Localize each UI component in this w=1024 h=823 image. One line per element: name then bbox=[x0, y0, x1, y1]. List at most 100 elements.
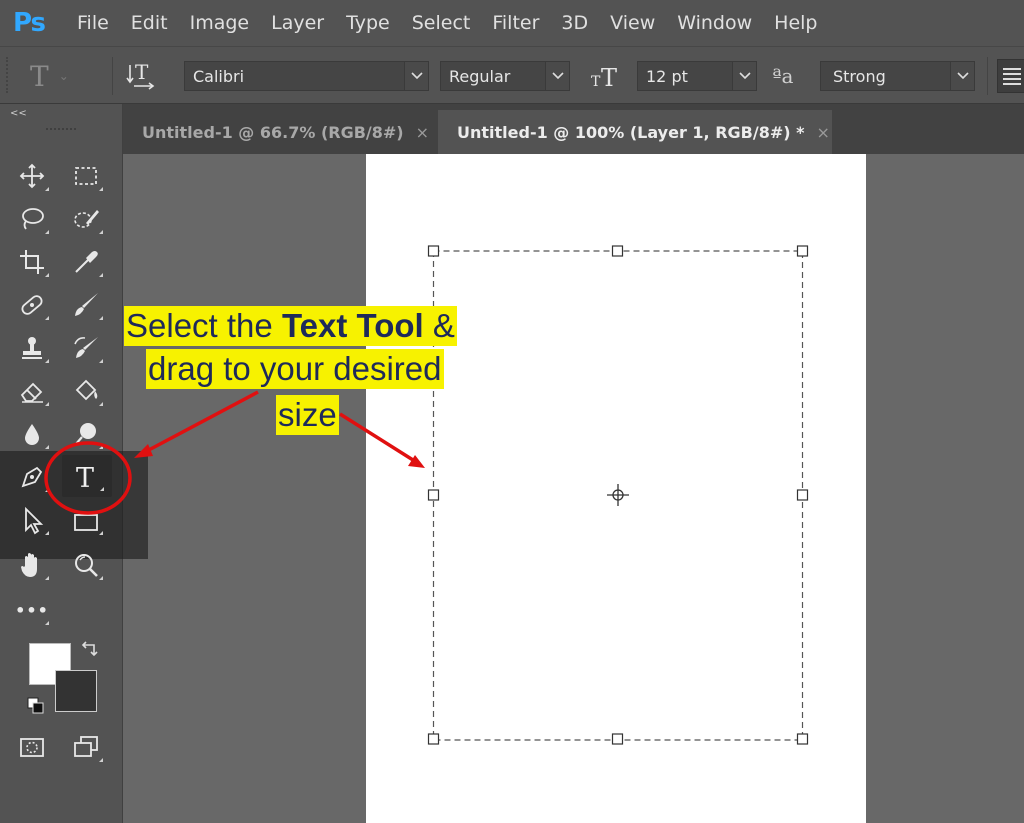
crop-icon bbox=[20, 250, 44, 274]
default-colors-icon[interactable] bbox=[27, 697, 45, 715]
more-tools-icon: ••• bbox=[15, 600, 49, 620]
dodge-icon bbox=[75, 423, 96, 445]
move-tool[interactable] bbox=[12, 156, 52, 196]
tool-preset-picker[interactable]: T ⌄ bbox=[30, 59, 100, 93]
path-select-icon bbox=[25, 506, 44, 535]
menu-edit[interactable]: Edit bbox=[131, 12, 168, 34]
font-style-select[interactable]: Regular bbox=[440, 61, 570, 91]
marquee-tool[interactable] bbox=[66, 156, 106, 196]
svg-text:T: T bbox=[601, 64, 617, 92]
menu-layer[interactable]: Layer bbox=[271, 12, 324, 34]
document-canvas[interactable] bbox=[366, 154, 866, 823]
quick-select-tool[interactable] bbox=[66, 199, 106, 239]
clone-stamp-tool[interactable] bbox=[12, 328, 52, 368]
font-size-value: 12 pt bbox=[646, 66, 688, 86]
font-family-value: Calibri bbox=[193, 66, 245, 86]
zoom-tool[interactable] bbox=[66, 545, 106, 585]
menu-view[interactable]: View bbox=[610, 12, 655, 34]
hand-tool[interactable] bbox=[12, 545, 52, 585]
crop-tool[interactable] bbox=[12, 242, 52, 282]
options-bar-grip[interactable] bbox=[6, 57, 12, 93]
divider bbox=[987, 57, 988, 95]
tab-label: Untitled-1 @ 100% (Layer 1, RGB/8#) * bbox=[457, 122, 805, 142]
callout-line-3: size bbox=[276, 395, 339, 435]
marquee-icon bbox=[75, 167, 97, 185]
quick-mask-icon bbox=[20, 738, 44, 757]
paint-bucket-icon bbox=[75, 379, 98, 401]
anti-alias-icon: ªa bbox=[772, 64, 794, 88]
swap-colors-icon[interactable] bbox=[80, 640, 100, 658]
quick-select-icon bbox=[74, 210, 99, 228]
pen-tool[interactable] bbox=[12, 457, 52, 497]
menu-image[interactable]: Image bbox=[190, 12, 250, 34]
anti-alias-value: Strong bbox=[833, 66, 886, 86]
menu-type[interactable]: Type bbox=[346, 12, 390, 34]
eraser-tool[interactable] bbox=[12, 371, 52, 411]
svg-text:T: T bbox=[591, 74, 601, 90]
callout-line-2: drag to your desired bbox=[146, 349, 444, 389]
eyedropper-icon bbox=[75, 251, 98, 273]
path-selection-tool[interactable] bbox=[12, 500, 52, 540]
document-tab-1[interactable]: Untitled-1 @ 66.7% (RGB/8#) × bbox=[123, 110, 438, 154]
brush-tool[interactable] bbox=[66, 285, 106, 325]
brush-icon bbox=[75, 293, 98, 316]
menu-window[interactable]: Window bbox=[677, 12, 752, 34]
blur-icon bbox=[25, 424, 39, 445]
align-left-button[interactable] bbox=[997, 59, 1024, 93]
collapse-panel-button[interactable]: << bbox=[10, 108, 27, 119]
font-size-select[interactable]: 12 pt bbox=[637, 61, 757, 91]
screen-mode-icon bbox=[74, 736, 98, 757]
anti-alias-select[interactable]: Strong bbox=[820, 61, 975, 91]
menu-file[interactable]: File bbox=[77, 12, 109, 34]
font-family-select[interactable]: Calibri bbox=[184, 61, 429, 91]
move-icon bbox=[19, 163, 45, 189]
text-tool-preset-icon: T bbox=[30, 59, 49, 93]
toggle-text-orientation-icon[interactable]: T bbox=[124, 59, 160, 93]
menu-bar: Ps File Edit Image Layer Type Select Fil… bbox=[0, 0, 1024, 46]
close-icon[interactable]: × bbox=[816, 123, 829, 142]
menu-3d[interactable]: 3D bbox=[561, 12, 588, 34]
chevron-down-icon[interactable] bbox=[404, 62, 428, 90]
screen-mode-button[interactable] bbox=[66, 727, 106, 767]
callout-emphasis: Text Tool bbox=[281, 307, 424, 344]
dodge-tool[interactable] bbox=[66, 414, 106, 454]
chevron-down-icon[interactable] bbox=[545, 62, 569, 90]
chevron-down-icon: ⌄ bbox=[58, 69, 69, 83]
lasso-tool[interactable] bbox=[12, 199, 52, 239]
lasso-icon bbox=[22, 208, 44, 230]
chevron-down-icon[interactable] bbox=[950, 62, 974, 90]
menu-help[interactable]: Help bbox=[774, 12, 817, 34]
healing-icon bbox=[21, 295, 43, 315]
pen-icon bbox=[21, 466, 43, 488]
divider bbox=[112, 57, 113, 95]
rectangle-tool[interactable] bbox=[66, 500, 106, 540]
callout-line-1: Select the Text Tool & bbox=[124, 306, 457, 346]
rectangle-icon bbox=[74, 514, 98, 531]
quick-mask-button[interactable] bbox=[12, 727, 52, 767]
font-style-value: Regular bbox=[449, 66, 511, 86]
menu-filter[interactable]: Filter bbox=[492, 12, 539, 34]
history-brush-icon bbox=[74, 337, 98, 358]
background-color-swatch[interactable] bbox=[55, 670, 97, 712]
hand-icon bbox=[21, 553, 37, 577]
svg-text:T: T bbox=[135, 60, 149, 84]
chevron-down-icon[interactable] bbox=[732, 62, 756, 90]
more-tools-button[interactable]: ••• bbox=[12, 590, 52, 630]
text-tool-icon: T bbox=[76, 463, 94, 494]
healing-brush-tool[interactable] bbox=[12, 285, 52, 325]
text-tool[interactable]: T bbox=[67, 456, 107, 496]
options-bar: T ⌄ T Calibri Regular T T 12 pt ªa Stron… bbox=[0, 46, 1024, 104]
tab-label: Untitled-1 @ 66.7% (RGB/8#) bbox=[142, 122, 404, 142]
eyedropper-tool[interactable] bbox=[66, 242, 106, 282]
paint-bucket-tool[interactable] bbox=[66, 371, 106, 411]
blur-tool[interactable] bbox=[12, 414, 52, 454]
document-tab-bar: Untitled-1 @ 66.7% (RGB/8#) × Untitled-1… bbox=[123, 104, 1024, 154]
zoom-icon bbox=[75, 554, 98, 577]
close-icon[interactable]: × bbox=[416, 123, 429, 142]
panel-grip[interactable] bbox=[46, 128, 76, 132]
menu-select[interactable]: Select bbox=[412, 12, 471, 34]
font-size-icon: T T bbox=[590, 59, 624, 93]
history-brush-tool[interactable] bbox=[66, 328, 106, 368]
svg-text:T: T bbox=[76, 463, 94, 494]
document-tab-2[interactable]: Untitled-1 @ 100% (Layer 1, RGB/8#) * × bbox=[438, 110, 832, 154]
